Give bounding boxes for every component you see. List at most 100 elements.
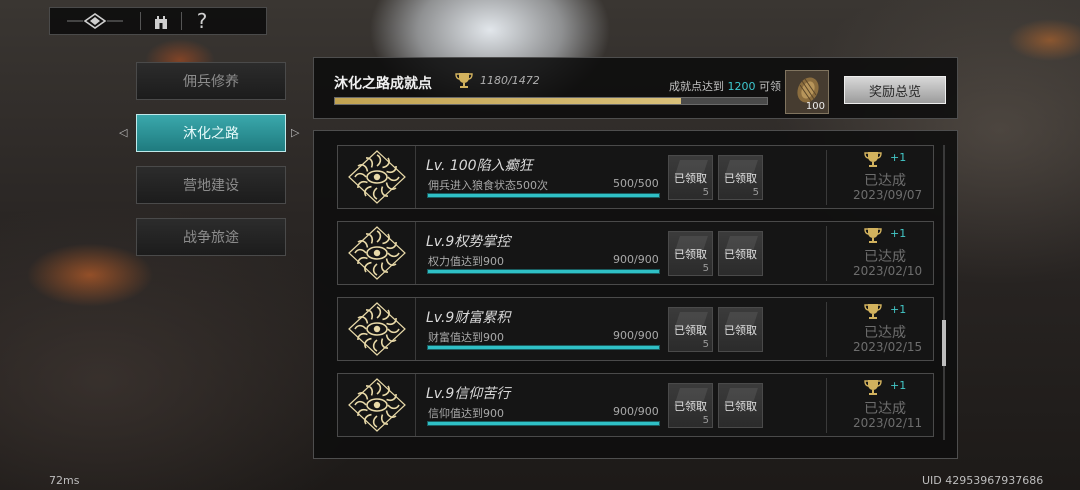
claim-status: 已领取 [674,324,707,337]
eye-emblem-icon [338,222,416,284]
tab-label: 营地建设 [183,178,239,194]
scrollbar-thumb[interactable] [942,320,946,366]
achievement-progress-text: 900/900 [613,405,659,418]
completion-status: 已达成 [864,249,906,265]
divider [826,226,827,281]
reward-item[interactable]: 100 [785,70,829,114]
achievement-progress-bar [427,269,660,274]
tab-mercenary-cultivation[interactable]: 佣兵修养 [136,62,286,100]
completion-date: 2023/02/15 [853,340,923,354]
reward-requirement: 成就点达到 1200 可领 [669,78,781,94]
trophy-icon [862,226,884,248]
achievement-progress-text: 500/500 [613,177,659,190]
tab-label: 沐化之路 [183,126,239,142]
scrollbar-track[interactable] [943,145,945,440]
claim-button[interactable]: 已领取 [718,307,763,352]
achievement-description: 权力值达到900 [428,255,504,268]
left-arrow-icon: ◁ [119,126,128,139]
achievement-progress-text: 900/900 [613,253,659,266]
tower-icon[interactable] [141,8,181,34]
divider [826,302,827,357]
achievement-description: 财富值达到900 [428,331,504,344]
requirement-value: 1200 [727,80,756,93]
claim-button[interactable]: 已领取 5 [668,231,713,276]
trophy-icon [454,71,474,93]
achievement-points: +1 [890,303,907,316]
achievement-progress-bar [427,345,660,350]
trophy-icon [862,378,884,400]
reward-quantity: 100 [805,101,825,112]
achievement-progress-bar [427,421,660,426]
divider [826,150,827,205]
claim-quantity: 5 [702,263,709,274]
claim-status: 已领取 [724,400,757,413]
claim-button[interactable]: 已领取 5 [718,155,763,200]
completion-status: 已达成 [864,173,906,189]
user-id: UID 42953967937686 [922,474,1044,487]
requirement-prefix: 成就点达到 [669,80,724,93]
achievement-row: Lv.9财富累积 财富值达到900 900/900 已领取 5 已领取 +1 已… [337,297,934,361]
achievement-name: Lv.9信仰苦行 [426,386,511,402]
achievement-name: Lv.9权势掌控 [426,234,511,250]
reward-overview-button[interactable]: 奖励总览 [844,76,946,104]
eye-emblem-icon [338,374,416,436]
achievement-points: +1 [890,227,907,240]
completion-status: 已达成 [864,325,906,341]
achievement-row: Lv.9权势掌控 权力值达到900 900/900 已领取 5 已领取 +1 已… [337,221,934,285]
achievement-progress-fill [428,346,659,349]
claim-quantity: 5 [702,415,709,426]
trophy-icon [862,302,884,324]
claim-status: 已领取 [724,324,757,337]
completion-date: 2023/09/07 [853,188,923,202]
claim-button[interactable]: 已领取 [718,231,763,276]
achievement-points: +1 [890,379,907,392]
claim-quantity: 5 [752,187,759,198]
points-progress-fill [335,98,682,104]
tab-war-journey[interactable]: 战争旅途 [136,218,286,256]
trophy-icon [862,150,884,172]
claim-status: 已领取 [674,248,707,261]
claim-status: 已领取 [724,172,757,185]
achievement-row: Lv. 100陷入癫狂 佣兵进入狼食状态500次 500/500 已领取 5 已… [337,145,934,209]
completion-date: 2023/02/11 [853,416,923,430]
right-arrow-icon: ▷ [291,126,300,139]
claim-quantity: 5 [702,187,709,198]
requirement-suffix: 可领 [759,80,781,93]
claim-button[interactable]: 已领取 5 [668,307,713,352]
tab-label: 佣兵修养 [183,74,239,90]
achievement-row: Lv.9信仰苦行 信仰值达到900 900/900 已领取 5 已领取 +1 已… [337,373,934,437]
achievement-name: Lv. 100陷入癫狂 [426,158,533,174]
divider [826,378,827,433]
points-score: 1180/1472 [480,74,540,87]
achievement-progress-fill [428,270,659,273]
achievement-progress-fill [428,422,659,425]
emblem-icon[interactable] [50,8,140,34]
eye-emblem-icon [338,146,416,208]
claim-status: 已领取 [724,248,757,261]
help-button[interactable]: ? [182,8,222,34]
tab-path-of-baptism[interactable]: 沐化之路 [136,114,286,152]
achievement-progress-fill [428,194,659,197]
achievement-points-header: 沐化之路成就点 1180/1472 成就点达到 1200 可领 100 奖励总览 [313,57,958,119]
achievement-name: Lv.9财富累积 [426,310,511,326]
achievement-progress-text: 900/900 [613,329,659,342]
claim-button[interactable]: 已领取 [718,383,763,428]
top-nav: ? [49,7,267,35]
completion-date: 2023/02/10 [853,264,923,278]
achievement-points: +1 [890,151,907,164]
claim-button[interactable]: 已领取 5 [668,155,713,200]
claim-quantity: 5 [702,339,709,350]
page-title: 沐化之路成就点 [334,76,432,92]
latency-indicator: 72ms [49,474,80,487]
claim-button[interactable]: 已领取 5 [668,383,713,428]
tab-camp-construction[interactable]: 营地建设 [136,166,286,204]
eye-emblem-icon [338,298,416,360]
claim-status: 已领取 [674,400,707,413]
points-progress-bar [334,97,768,105]
tab-label: 战争旅途 [183,230,239,246]
achievement-progress-bar [427,193,660,198]
achievement-description: 信仰值达到900 [428,407,504,420]
claim-status: 已领取 [674,172,707,185]
achievement-description: 佣兵进入狼食状态500次 [428,179,548,192]
completion-status: 已达成 [864,401,906,417]
